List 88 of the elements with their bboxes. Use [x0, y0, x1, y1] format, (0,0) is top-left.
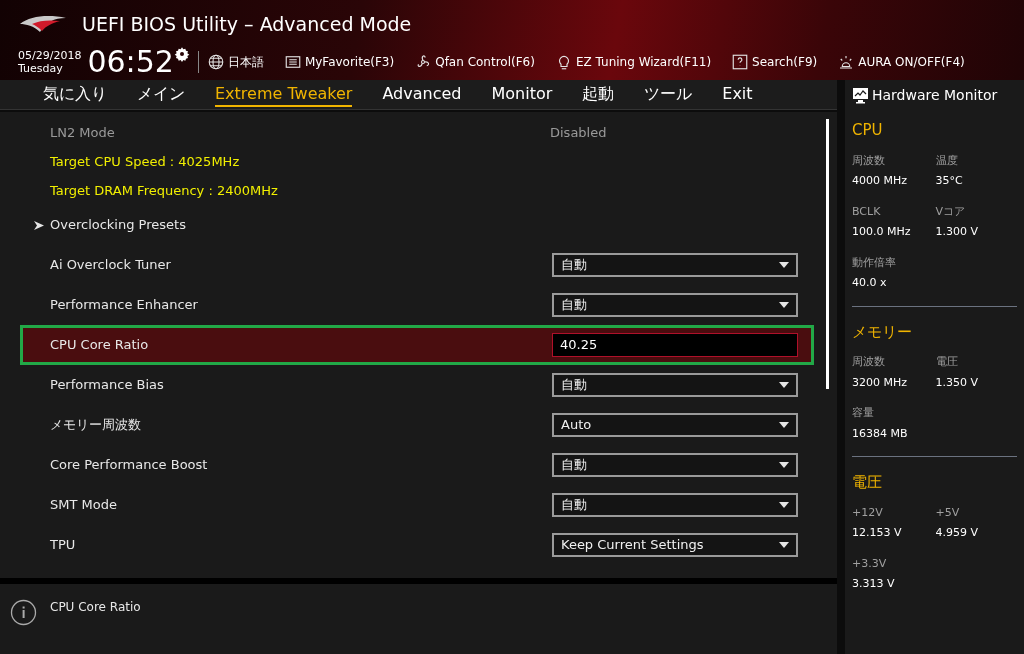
toolbar-button[interactable]: Search(F9) — [731, 53, 818, 71]
scrollbar[interactable] — [826, 119, 829, 389]
metric-label: 容量 — [852, 405, 875, 421]
metric-label: +3.3V — [852, 555, 888, 572]
dropdown-value: Auto — [561, 416, 592, 435]
caret-icon — [779, 422, 789, 428]
list-icon — [283, 53, 302, 71]
metric-value: 1.350 V — [935, 374, 979, 391]
setting-label: SMT Mode — [50, 496, 118, 515]
date-text: 05/29/2018 — [18, 49, 82, 62]
settings-icon[interactable] — [173, 46, 190, 62]
setting-label: CPU Core Ratio — [50, 336, 150, 355]
setting-dropdown[interactable]: 自動 — [552, 253, 798, 277]
menu-tab[interactable]: 起動 — [582, 82, 615, 107]
menu-tab[interactable]: 気に入り — [43, 82, 107, 107]
setting-dropdown[interactable]: Keep Current Settings — [552, 533, 798, 557]
metric-value: 16384 MB — [852, 425, 909, 442]
metric-value: 4.959 V — [935, 525, 979, 541]
setting-dropdown[interactable]: 自動 — [552, 453, 798, 477]
section-title: 電圧 — [852, 472, 883, 493]
metric-value: 3.313 V — [852, 576, 896, 592]
setting-label: Ai Overclock Tuner — [50, 256, 172, 275]
dropdown-value: Keep Current Settings — [561, 536, 704, 555]
dropdown-value: 自動 — [561, 496, 587, 515]
caret-icon — [779, 502, 789, 508]
metric-value: 3200 MHz — [852, 374, 909, 391]
menu-tab[interactable]: メイン — [137, 82, 185, 107]
metric-label: 周波数 — [852, 354, 886, 370]
caret-icon — [779, 262, 789, 268]
menu-tab[interactable]: Monitor — [491, 82, 553, 107]
caret-icon — [779, 382, 789, 388]
setting-value: Disabled — [550, 123, 607, 142]
setting-label: Performance Enhancer — [50, 296, 199, 315]
menu-tab[interactable]: Exit — [722, 82, 753, 107]
submenu-item[interactable]: Overclocking Presets — [20, 205, 814, 245]
caret-icon — [779, 302, 789, 308]
metric-label: Vコア — [935, 203, 967, 220]
toolbar-button[interactable]: AURA ON/OFF(F4) — [837, 53, 965, 71]
info-icon — [10, 599, 37, 626]
globe-icon — [206, 53, 225, 71]
info-text: Target CPU Speed : 4025MHz — [50, 152, 240, 171]
caret-icon — [779, 462, 789, 468]
menu-tab[interactable]: Extreme Tweaker — [215, 82, 353, 107]
dropdown-value: 自動 — [561, 256, 587, 275]
metric-label: BCLK — [852, 203, 882, 220]
toolbar-button[interactable]: EZ Tuning Wizard(F11) — [554, 53, 712, 71]
panel-title: Hardware Monitor — [872, 85, 998, 105]
info-text: Target DRAM Frequency : 2400MHz — [50, 181, 278, 200]
value-input-field[interactable]: 40.25 — [552, 333, 798, 357]
menu-tab[interactable]: ツール — [644, 82, 693, 107]
metric-label: 温度 — [935, 152, 959, 169]
setting-dropdown[interactable]: 自動 — [552, 493, 798, 517]
chevron-icon — [34, 220, 44, 230]
metric-value: 35°C — [935, 173, 964, 189]
metric-label: 電圧 — [935, 354, 959, 370]
metric-value: 40.0 x — [852, 275, 888, 291]
setting-label: メモリー周波数 — [50, 416, 142, 435]
dropdown-value: 自動 — [561, 296, 587, 315]
metric-label: 周波数 — [852, 152, 886, 169]
dropdown-value: 自動 — [561, 456, 587, 475]
day-text: Tuesday — [18, 62, 64, 75]
toolbar-button[interactable]: Qfan Control(F6) — [414, 53, 535, 71]
setting-dropdown[interactable]: 自動 — [552, 293, 798, 317]
metric-label: 動作倍率 — [852, 254, 897, 271]
question-mark-icon — [731, 53, 750, 71]
dropdown-value: 自動 — [561, 376, 587, 395]
section-title: メモリー — [852, 321, 913, 343]
caret-icon — [779, 542, 789, 548]
setting-dropdown[interactable]: Auto — [552, 413, 798, 437]
metric-value: 4000 MHz — [852, 173, 909, 189]
setting-label: TPU — [50, 536, 77, 555]
metric-label: +5V — [935, 504, 961, 521]
setting-label: Performance Bias — [50, 376, 165, 395]
metric-value: 12.153 V — [852, 525, 903, 541]
toolbar-button[interactable]: 日本語 — [206, 53, 264, 71]
metric-value: 100.0 MHz — [852, 224, 912, 240]
metric-label: +12V — [852, 504, 884, 521]
setting-dropdown[interactable]: 自動 — [552, 373, 798, 397]
help-text: CPU Core Ratio — [50, 599, 141, 616]
setting-label: Core Performance Boost — [50, 456, 209, 475]
setting-label: LN2 Mode — [50, 123, 116, 142]
section-title: CPU — [852, 120, 884, 141]
metric-value: 1.300 V — [935, 224, 979, 240]
menu-tab[interactable]: Advanced — [382, 82, 462, 107]
window-title: UEFI BIOS Utility – Advanced Mode — [82, 11, 412, 37]
clock-time: 06:52 — [87, 47, 174, 77]
toolbar-button[interactable]: MyFavorite(F3) — [283, 53, 395, 71]
monitor-icon — [852, 86, 869, 104]
